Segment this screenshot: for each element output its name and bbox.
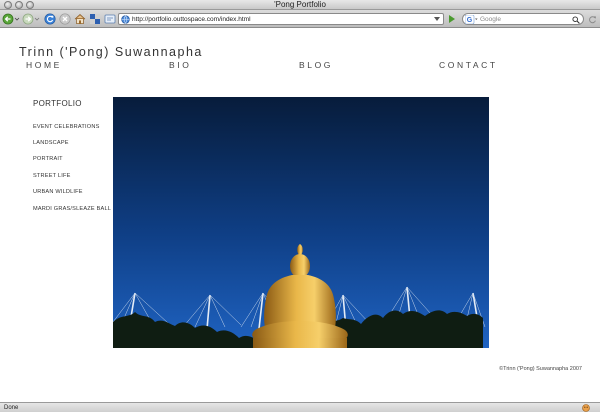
stop-icon — [59, 13, 71, 25]
window-title: 'Pong Portfolio — [274, 0, 326, 9]
sidebar-item-urban-wildlife[interactable]: URBAN WILDLIFE — [33, 189, 83, 195]
tab-button[interactable] — [104, 12, 116, 26]
portfolio-heading: PORTFOLIO — [33, 99, 82, 108]
sidebar-item-mardi-gras[interactable]: MARDI GRAS/SLEAZE BALL — [33, 206, 111, 212]
buddha-statue-photo — [113, 97, 489, 348]
copyright-notice: ©Trinn ('Pong) Suwannapha 2007 — [499, 366, 582, 372]
url-text: http://portfolio.outtospace.com/index.ht… — [132, 16, 251, 23]
reload-icon — [44, 13, 56, 25]
nav-contact[interactable]: CONTACT — [439, 60, 498, 70]
browser-window: 'Pong Portfolio http://portfolio.outtosp… — [0, 0, 600, 412]
featured-photo — [113, 97, 489, 348]
svg-text:G: G — [467, 17, 473, 24]
nav-bio[interactable]: BIO — [169, 60, 191, 70]
site-title: Trinn ('Pong) Suwannapha — [19, 45, 203, 59]
status-bar: Done — [0, 402, 600, 412]
nav-blog[interactable]: BLOG — [299, 60, 333, 70]
go-arrow-icon — [449, 15, 455, 23]
sidebar-item-portrait[interactable]: PORTRAIT — [33, 156, 63, 162]
address-bar[interactable]: http://portfolio.outtospace.com/index.ht… — [118, 13, 444, 25]
search-placeholder: Google — [480, 16, 501, 23]
home-button[interactable] — [74, 12, 86, 26]
back-icon — [2, 13, 20, 25]
circular-arrow-icon — [588, 15, 596, 23]
magnifier-icon[interactable] — [572, 15, 580, 24]
sidebar-item-event-celebrations[interactable]: EVENT CELEBRATIONS — [33, 124, 100, 130]
sidebar-item-street-life[interactable]: STREET LIFE — [33, 173, 71, 179]
stop-button[interactable] — [59, 12, 71, 26]
sidebar-item-landscape[interactable]: LANDSCAPE — [33, 140, 69, 146]
title-bar: 'Pong Portfolio — [0, 0, 600, 10]
status-plugin-icon[interactable] — [582, 404, 590, 412]
nav-home[interactable]: HOME — [26, 60, 62, 70]
reload-button[interactable] — [44, 12, 56, 26]
bookmark-button[interactable] — [89, 12, 101, 26]
go-button[interactable] — [446, 12, 458, 26]
google-engine-icon[interactable]: G — [465, 15, 478, 24]
home-icon — [74, 14, 86, 24]
forward-icon — [22, 13, 40, 25]
url-dropdown-icon[interactable] — [434, 17, 440, 22]
tab-icon — [104, 14, 116, 24]
search-box[interactable]: G Google — [462, 13, 584, 25]
bookmark-icon — [90, 14, 100, 24]
refresh-search-button[interactable] — [587, 12, 597, 26]
status-text: Done — [4, 405, 19, 411]
browser-toolbar: http://portfolio.outtospace.com/index.ht… — [0, 10, 600, 28]
globe-icon — [121, 15, 130, 24]
back-button[interactable] — [2, 12, 20, 26]
forward-button[interactable] — [22, 12, 40, 26]
